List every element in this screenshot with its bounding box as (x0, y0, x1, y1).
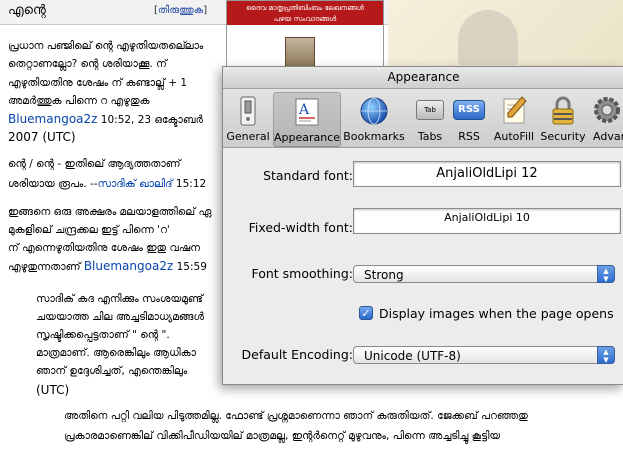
fixed-width-font-field[interactable]: AnjaliOldLipi 10 (353, 208, 621, 234)
checkmark-icon: ✓ (361, 307, 371, 320)
globe-icon (360, 97, 388, 125)
toolbar-label: Security (540, 130, 586, 143)
comment-line: അമർത്തുക പിന്നെ റ എഴുതുക (8, 95, 150, 107)
toolbar-appearance[interactable]: A Appearance (273, 92, 341, 147)
timestamp: 15:59 (176, 261, 207, 273)
display-images-checkbox[interactable]: ✓ (359, 306, 373, 320)
toolbar-label: Advan (593, 130, 623, 143)
toolbar-label: RSS (458, 130, 480, 143)
archive-box-icon[interactable] (285, 37, 315, 69)
section-title: എന്റെ (8, 3, 46, 18)
comment-text: എഴുതുന്നതാണ് (8, 261, 81, 273)
font-smoothing-popup[interactable]: Strong ▲ ▼ (353, 265, 615, 283)
autofill-pencil-icon (503, 96, 527, 124)
comment-line: അതിനെ പറ്റി വലിയ പിടുത്തമില്ല. ഫോണ്ട് പ്… (64, 410, 528, 422)
preferences-toolbar: General A Appearance Bookmarks Tab Tabs … (223, 89, 623, 148)
illustration-image (388, 0, 623, 68)
user-link[interactable]: Bluemangoa2z (8, 112, 97, 126)
general-switch-icon (240, 96, 256, 126)
comment-line: സൃഷ്ടിക്കപ്പെട്ടതാണ് " ന്റെ ". (36, 329, 170, 341)
svg-text:A: A (298, 102, 310, 118)
illustration-figure (458, 10, 518, 65)
toolbar-label: General (226, 130, 270, 143)
fixed-width-font-label: Fixed-width font: (248, 220, 353, 235)
appearance-pane: Standard font: AnjaliOldLipi 12 Fixed-wi… (223, 148, 623, 384)
window-title: Appearance (387, 70, 460, 84)
timestamp: 10:52, 23 ഒക്ടോബർ (100, 114, 203, 126)
popup-arrows-icon: ▲ ▼ (597, 346, 615, 364)
comment-line: എഴുതിയതിനു ശേഷം ന് കണ്ടാല്ല് + 1 (8, 77, 188, 89)
toolbar-autofill[interactable]: AutoFill (489, 92, 539, 145)
comment-line: ചയയാത്ത ചില അച്ചടിമാധ്യമങ്ങൾ (36, 311, 204, 323)
toolbar-rss[interactable]: RSS RSS (451, 92, 487, 145)
banner-line-2: പഴയ സംവാദങ്ങൾ (273, 15, 337, 23)
toolbar-advanced[interactable]: Advan (589, 92, 623, 145)
comment-line: പ്രധാന പഞ്ജിലെ് ന്റെ എഴുതിയതലെ്ലാം (8, 40, 204, 52)
default-encoding-popup[interactable]: Unicode (UTF-8) ▲ ▼ (353, 346, 615, 364)
toolbar-general[interactable]: General (225, 92, 271, 145)
appearance-preferences-window: Appearance General A Appearance Bookmark… (222, 66, 623, 385)
banner-text: ദൈവ മാതൃപ്രതിബിംബം ലേഖനങ്ങൾ പഴയ സംവാദങ്ങ… (231, 3, 379, 25)
appearance-font-icon: A (295, 98, 319, 126)
default-encoding-label: Default Encoding: (241, 347, 353, 362)
display-images-label: Display images when the page opens (379, 306, 614, 321)
timestamp: 15:12 (175, 178, 207, 190)
comment-line: പ്രകാരമാണെങ്കില് വിക്കിപീഡിയയില് മാത്രമല… (64, 430, 501, 442)
tabs-icon: Tab (416, 100, 444, 120)
font-smoothing-label: Font smoothing: (251, 266, 353, 281)
user-link[interactable]: Bluemangoa2z (84, 259, 173, 273)
toolbar-label: AutoFill (493, 130, 535, 143)
timestamp-line: (UTC) (36, 383, 70, 397)
edit-section-link[interactable]: തിരുത്തുക (158, 5, 203, 16)
rss-icon-text: RSS (458, 104, 480, 115)
popup-arrows-icon: ▲ ▼ (597, 265, 615, 283)
font-smoothing-value: Strong (364, 268, 404, 282)
banner-body (227, 25, 383, 69)
comment-line: സാദിക് കദ എനിക്കും സംശയമുണ്ട് (36, 293, 203, 305)
default-encoding-value: Unicode (UTF-8) (364, 349, 461, 363)
comment-line: ന് എന്നെഴുതിയതിനു ശേഷം ഇതു വഷന (8, 242, 200, 254)
gear-icon (594, 97, 620, 123)
standard-font-label: Standard font: (263, 168, 353, 183)
comment-line: മാത്രമാണ്. ആരെങ്കിലും ആധികാ (36, 347, 196, 359)
standard-font-field[interactable]: AnjaliOldLipi 12 (353, 161, 621, 187)
toolbar-security[interactable]: Security (539, 92, 587, 145)
toolbar-tabs[interactable]: Tab Tabs (411, 92, 449, 145)
window-titlebar[interactable]: Appearance (223, 67, 623, 89)
signature-line: ശരിയായ രൂപം. --സാദിക് ഖാലിദ് 15:12 (8, 178, 206, 191)
banner-line-1: ദൈവ മാതൃപ്രതിബിംബം ലേഖനങ്ങൾ (246, 4, 364, 12)
toolbar-bookmarks[interactable]: Bookmarks (341, 92, 407, 145)
signature-line: എഴുതുന്നതാണ് Bluemangoa2z 15:59 (8, 260, 207, 274)
comment-line: തെറ്റാണല്ലോ? ന്റെ ശരിയാക്കൂ. ന് (8, 58, 167, 70)
toolbar-label: Appearance (274, 131, 341, 144)
toolbar-label: Tabs (417, 130, 443, 143)
comment-line: ഇങ്ങനെ ഒരു അക്ഷരം മലയാളത്തിലെ് ഏ (8, 206, 212, 218)
comment-text: ശരിയായ രൂപം. -- (8, 178, 98, 190)
comment-line: ന്റെ / ന്റെ - ഇതിലെ് ആദ്യത്തതാണ് (8, 158, 181, 170)
edit-section-link-wrapper: [തിരുത്തുക] (154, 5, 208, 16)
toolbar-label: Bookmarks (343, 130, 405, 143)
comment-line: മുകളിലെ് ചന്ദ്രക്കല ഇട്ട് പിന്നെ 'റ' (8, 224, 170, 236)
comment-line: ഞാന് ഉദ്ദേശിച്ചത്, എന്തെങ്കിലും (36, 365, 188, 377)
lock-icon (552, 96, 574, 125)
user-link[interactable]: സാദിക് ഖാലിദ് (98, 178, 173, 190)
talk-archive-banner: ദൈവ മാതൃപ്രതിബിംബം ലേഖനങ്ങൾ പഴയ സംവാദങ്ങ… (226, 0, 384, 70)
rss-icon: RSS (453, 100, 485, 120)
signature-line: Bluemangoa2z 10:52, 23 ഒക്ടോബർ (8, 113, 203, 127)
tabs-icon-text: Tab (424, 106, 436, 114)
timestamp-line: 2007 (UTC) (8, 130, 76, 144)
